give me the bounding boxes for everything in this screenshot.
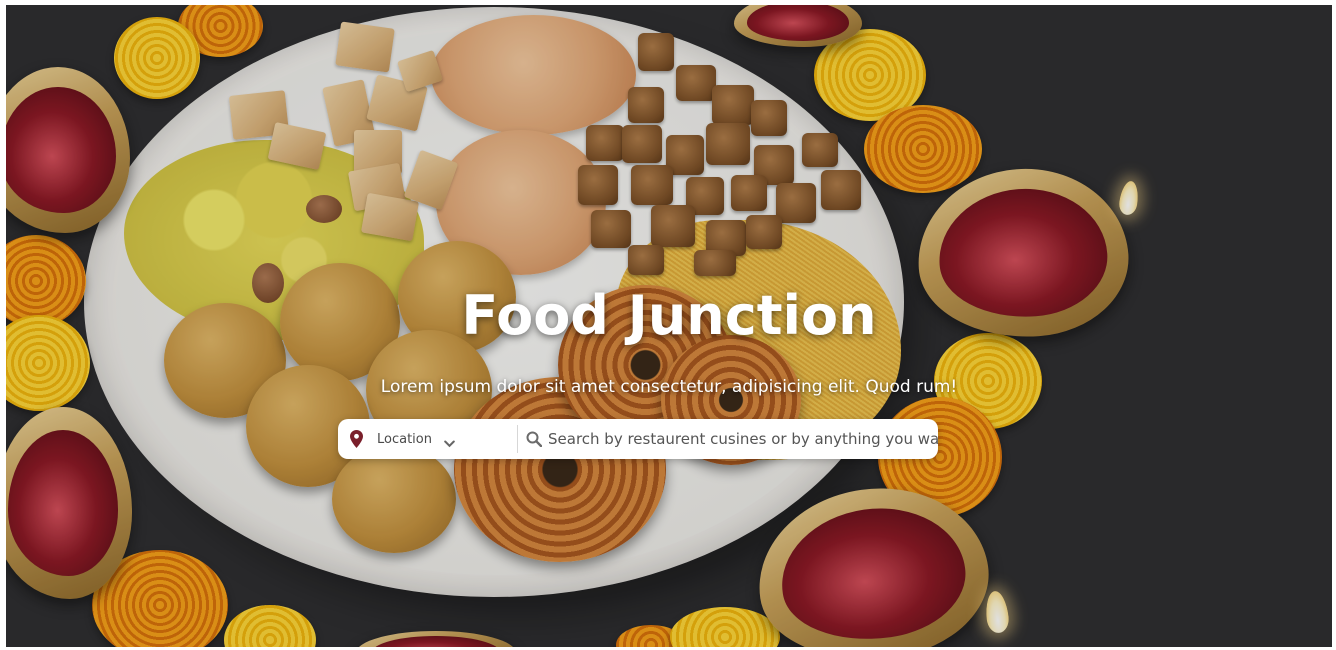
search-bar: Location [338,419,938,459]
search-field [518,419,938,459]
search-icon [526,431,543,448]
chevron-down-icon [444,435,455,448]
search-input[interactable] [548,424,938,454]
location-label: Location [377,431,432,447]
location-dropdown[interactable]: Location [338,419,517,459]
hero-tagline: Lorem ipsum dolor sit amet consectetur, … [380,377,958,397]
hero-banner: Food Junction Lorem ipsum dolor sit amet… [6,5,1332,647]
map-pin-icon [350,430,363,448]
site-title: Food Junction [461,284,877,347]
